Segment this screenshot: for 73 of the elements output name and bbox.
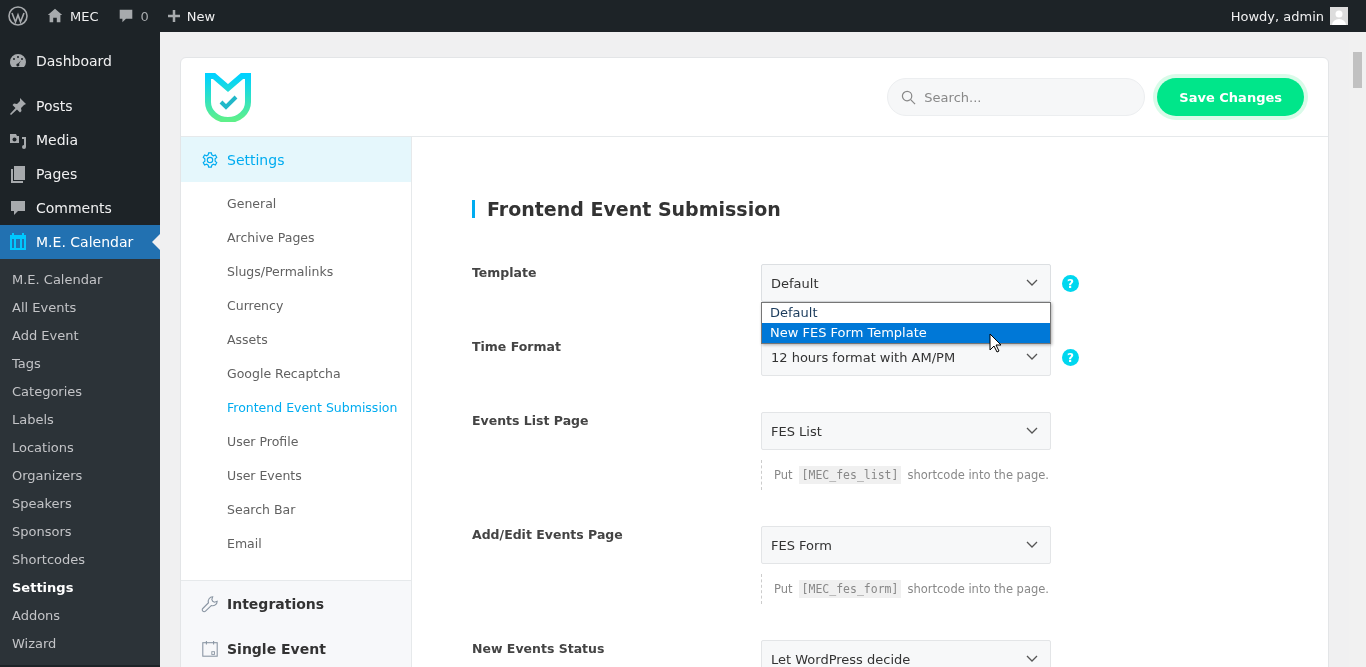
select-field[interactable]: Default [761, 264, 1051, 302]
menu-item[interactable]: Dashboard [0, 44, 160, 78]
field-label: Time Format [472, 338, 562, 354]
submenu-item[interactable]: Tags [0, 350, 160, 378]
avatar-icon [1330, 7, 1348, 25]
nav-item[interactable]: Archive Pages [181, 229, 411, 263]
submenu-item[interactable]: Locations [0, 434, 160, 462]
hint-text: Put [774, 582, 793, 596]
hint-text: shortcode into the page. [907, 582, 1049, 596]
home-icon [46, 7, 64, 25]
nav-item[interactable]: Email [181, 535, 411, 569]
nav-section[interactable]: Single Event [181, 626, 411, 667]
chevron-down-icon [1026, 279, 1038, 287]
nav-item[interactable]: Assets [181, 331, 411, 365]
menu-item[interactable]: Media [0, 123, 160, 157]
wrench-icon [201, 594, 219, 613]
menu-item[interactable]: M.E. Calendar [0, 225, 160, 259]
chevron-down-icon [1026, 353, 1038, 361]
shortcode-text: [MEC_fes_list] [798, 466, 902, 484]
submenu-item[interactable]: All Events [0, 294, 160, 322]
field-label: Add/Edit Events Page [472, 526, 624, 542]
search-field[interactable]: Search... [887, 78, 1146, 116]
chevron-down-icon [1026, 541, 1038, 549]
submenu-item[interactable]: M.E. Calendar [0, 266, 160, 294]
nav-item[interactable]: Currency [181, 297, 411, 331]
pushpin-icon [8, 96, 28, 116]
hint-text: shortcode into the page. [907, 468, 1049, 482]
submenu-item[interactable]: Add Event [0, 322, 160, 350]
submenu-item[interactable]: Categories [0, 378, 160, 406]
plus-icon [166, 9, 181, 23]
submenu-item[interactable]: Organizers [0, 462, 160, 490]
submenu-item[interactable]: Speakers [0, 490, 160, 518]
hint-text: Put [774, 468, 793, 482]
wordpress-logo-icon[interactable] [8, 6, 28, 26]
submenu-item[interactable]: Shortcodes [0, 546, 160, 574]
nav-item[interactable]: Google Recaptcha [181, 365, 411, 399]
shortcode-text: [MEC_fes_form] [798, 580, 902, 598]
nav-item[interactable]: User Profile [181, 433, 411, 467]
field-label: Template [472, 264, 538, 280]
calendar-icon [201, 639, 219, 658]
pages-icon [8, 164, 28, 184]
select-field[interactable]: Let WordPress decide [761, 640, 1051, 667]
field-label: Events List Page [472, 412, 590, 428]
submenu-item[interactable]: Sponsors [0, 518, 160, 546]
submenu-item[interactable]: Wizard [0, 630, 160, 658]
submenu-item[interactable]: Labels [0, 406, 160, 434]
nav-item[interactable]: User Events [181, 467, 411, 501]
site-name-link[interactable]: MEC [70, 8, 99, 24]
comment-count[interactable]: 0 [140, 8, 149, 24]
nav-item[interactable]: Search Bar [181, 501, 411, 535]
menu-item[interactable]: Posts [0, 89, 160, 123]
select-field[interactable]: FES Form [761, 526, 1051, 564]
user-greeting[interactable]: Howdy, admin [1230, 8, 1324, 24]
nav-item[interactable]: General [181, 195, 411, 229]
submenu-item[interactable]: Settings [0, 574, 160, 602]
menu-item[interactable]: Pages [0, 157, 160, 191]
chevron-down-icon [1026, 655, 1038, 663]
speech-bubble-icon [8, 198, 28, 218]
select-field[interactable]: FES List [761, 412, 1051, 450]
gear-icon [201, 150, 219, 169]
chevron-down-icon [1026, 427, 1038, 435]
logo-icon[interactable] [203, 72, 253, 122]
menu-item[interactable]: Comments [0, 191, 160, 225]
field-label: New Events Status [472, 640, 606, 656]
dropdown-option[interactable]: Default [762, 303, 1050, 323]
calendar-icon [8, 232, 28, 252]
nav-section[interactable]: Integrations [181, 581, 411, 626]
nav-item[interactable]: Slugs/Permalinks [181, 263, 411, 297]
section-title: Frontend Event Submission [472, 200, 1288, 218]
scrollbar-thumb[interactable] [1353, 52, 1362, 88]
dropdown-option[interactable]: New FES Form Template [762, 323, 1050, 343]
submenu-item[interactable]: Addons [0, 602, 160, 630]
new-content-link[interactable]: New [186, 8, 216, 24]
